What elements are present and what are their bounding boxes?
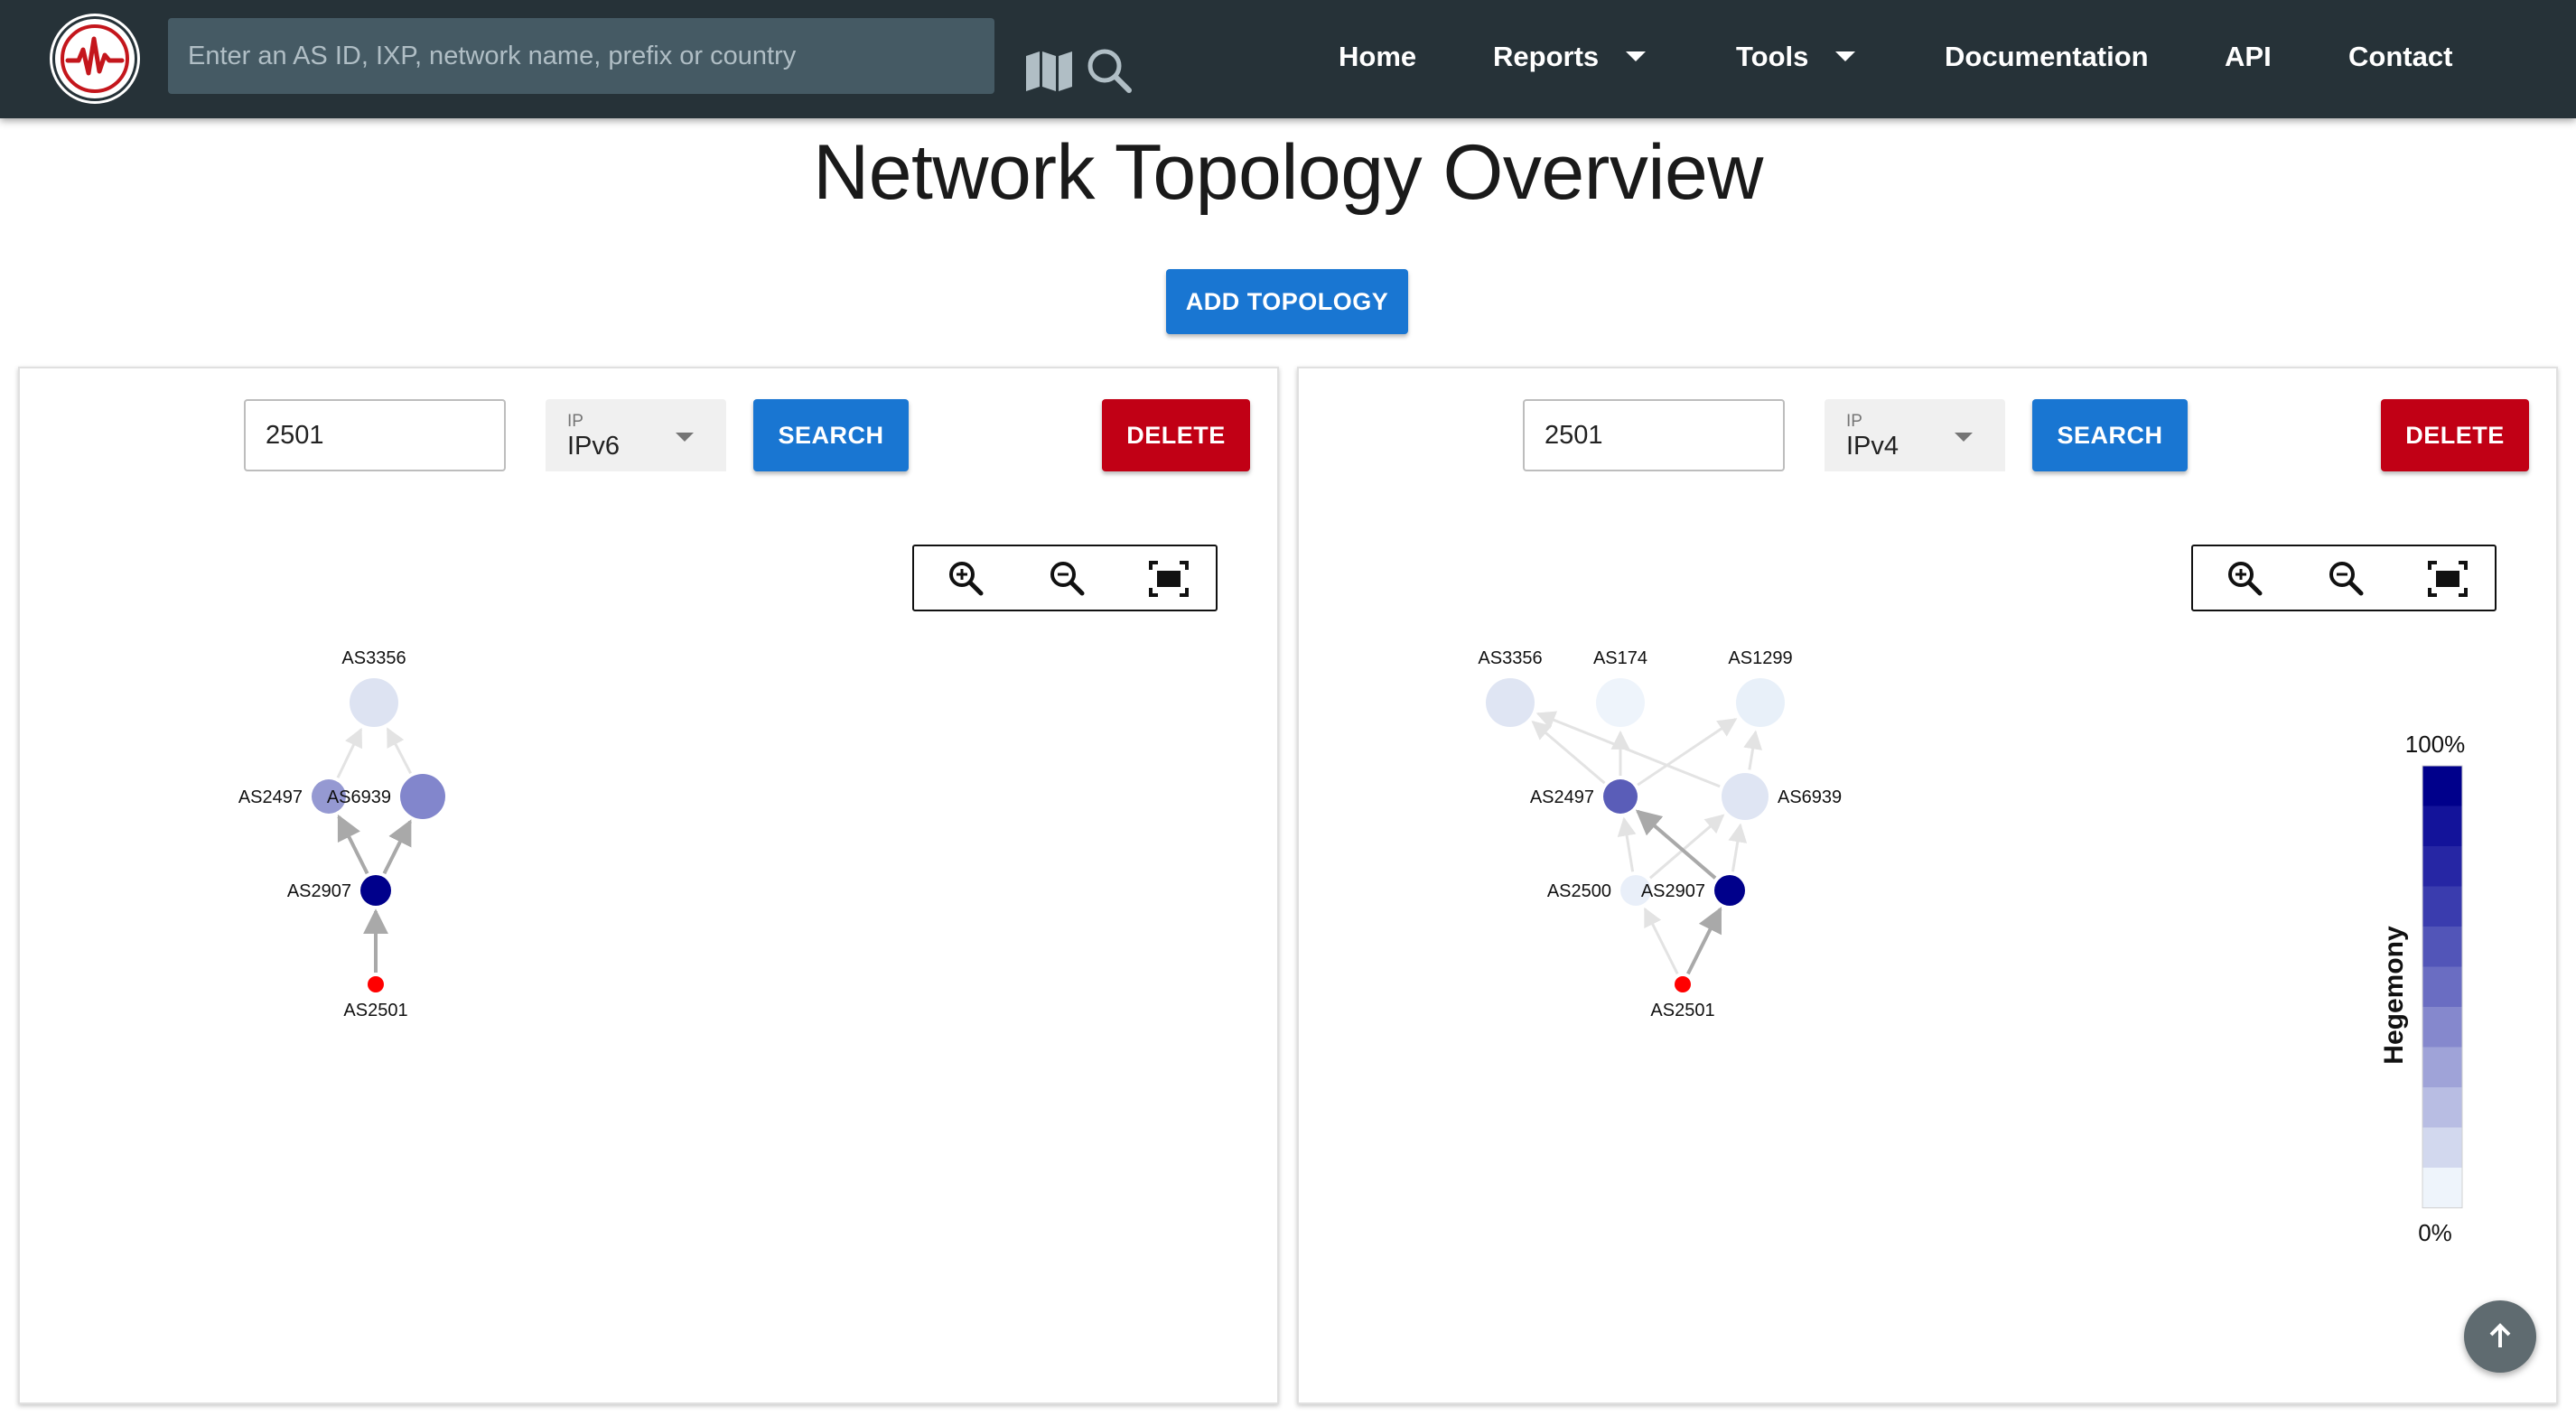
graph-edge <box>386 727 412 774</box>
global-search <box>168 18 1132 94</box>
graph-node-as3356[interactable] <box>350 678 398 727</box>
legend-min-label: 0% <box>2418 1219 2452 1246</box>
search-icon[interactable] <box>1086 47 1133 98</box>
chevron-down-icon <box>1835 51 1856 62</box>
arrow-up-icon <box>2489 1323 2511 1347</box>
nav-contact[interactable]: Contact <box>2348 34 2452 79</box>
map-icon[interactable] <box>1024 51 1075 97</box>
heartbeat-logo-icon[interactable] <box>52 16 137 101</box>
graph-edge <box>336 727 363 778</box>
legend-color-cell <box>2422 806 2462 847</box>
graph-node-as2501[interactable] <box>368 976 384 992</box>
graph-node-label: AS3356 <box>341 648 406 668</box>
legend-color-cell <box>2422 766 2462 806</box>
legend-color-cell <box>2422 846 2462 887</box>
legend-color-cell <box>2422 1168 2462 1208</box>
page-title: Network Topology Overview <box>813 129 1763 216</box>
legend-color-cell <box>2422 1047 2462 1088</box>
hegemony-legend: 100% 0% Hegemony <box>2379 731 2466 1246</box>
legend-max-label: 100% <box>2405 731 2466 758</box>
scroll-to-top-button[interactable] <box>2464 1300 2536 1373</box>
graph-edge <box>382 819 412 875</box>
top-navbar: Home Reports Tools Documentation API Con… <box>0 0 2576 118</box>
nav-home[interactable]: Home <box>1339 34 1416 79</box>
nav-api[interactable]: API <box>2225 34 2272 79</box>
legend-color-cell <box>2422 1007 2462 1048</box>
graph-node-as2907[interactable] <box>360 875 391 906</box>
legend-color-cell <box>2422 1087 2462 1128</box>
global-search-input[interactable] <box>186 31 818 81</box>
graph-node-label: AS6939 <box>327 787 391 807</box>
chevron-down-icon <box>1626 51 1647 62</box>
legend-title: Hegemony <box>2379 926 2409 1065</box>
nav-reports-label: Reports <box>1493 41 1600 72</box>
graph-node-label: AS2497 <box>238 787 303 807</box>
legend-color-cell <box>2422 927 2462 967</box>
legend-color-cell <box>2422 966 2462 1008</box>
graph-node-as6939[interactable] <box>400 774 445 819</box>
graph-node-label: AS2907 <box>287 881 351 901</box>
nav-reports[interactable]: Reports <box>1493 34 1647 79</box>
topology-graph[interactable]: AS3356 AS2497 AS6939 AS2907 AS2501 <box>20 368 1277 1402</box>
topology-panel-ipv6: IP IPv6 SEARCH DELETE <box>18 367 1279 1404</box>
graph-node-label: AS2501 <box>343 1001 407 1020</box>
nav-tools-label: Tools <box>1736 41 1809 72</box>
nav-tools[interactable]: Tools <box>1736 34 1856 79</box>
legend-color-cell <box>2422 1127 2462 1169</box>
graph-edge <box>337 814 369 875</box>
add-topology-button[interactable]: ADD TOPOLOGY <box>1166 269 1408 334</box>
topology-panel-ipv4: IP IPv4 SEARCH DELETE <box>1297 367 2558 1404</box>
legend-color-cell <box>2422 886 2462 927</box>
nav-documentation[interactable]: Documentation <box>1945 34 2149 79</box>
